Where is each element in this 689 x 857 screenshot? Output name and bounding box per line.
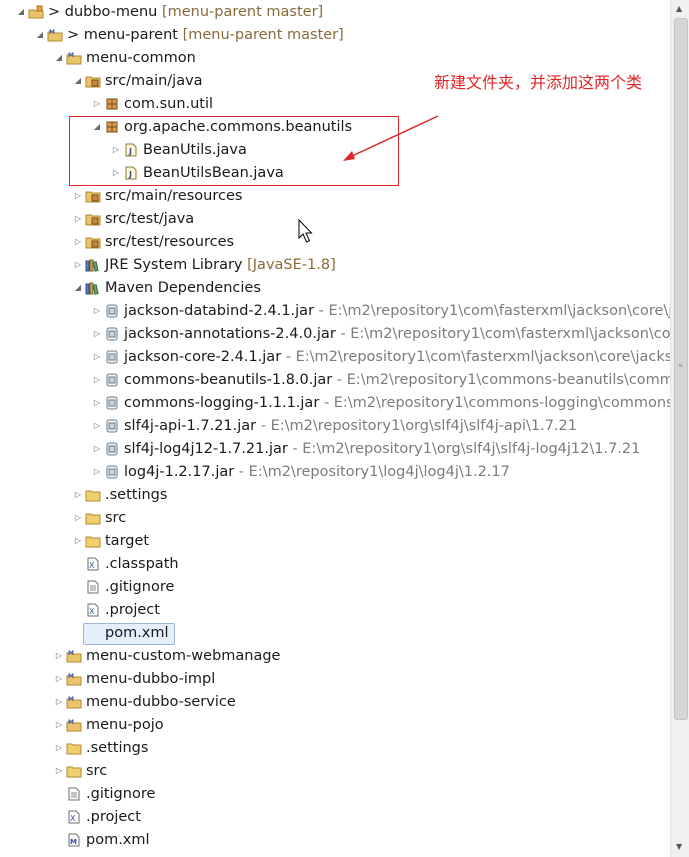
annotation-arrow — [343, 115, 439, 161]
scroll-up-arrow-icon[interactable]: ▲ — [676, 4, 682, 13]
vertical-scrollbar[interactable]: ▲ ≡ ▼ — [670, 0, 689, 857]
scrollbar-thumb[interactable]: ≡ — [674, 18, 688, 720]
scroll-down-arrow-icon[interactable]: ▼ — [676, 842, 682, 851]
grip-icon: ≡ — [678, 362, 684, 369]
mouse-cursor-icon — [298, 219, 313, 243]
